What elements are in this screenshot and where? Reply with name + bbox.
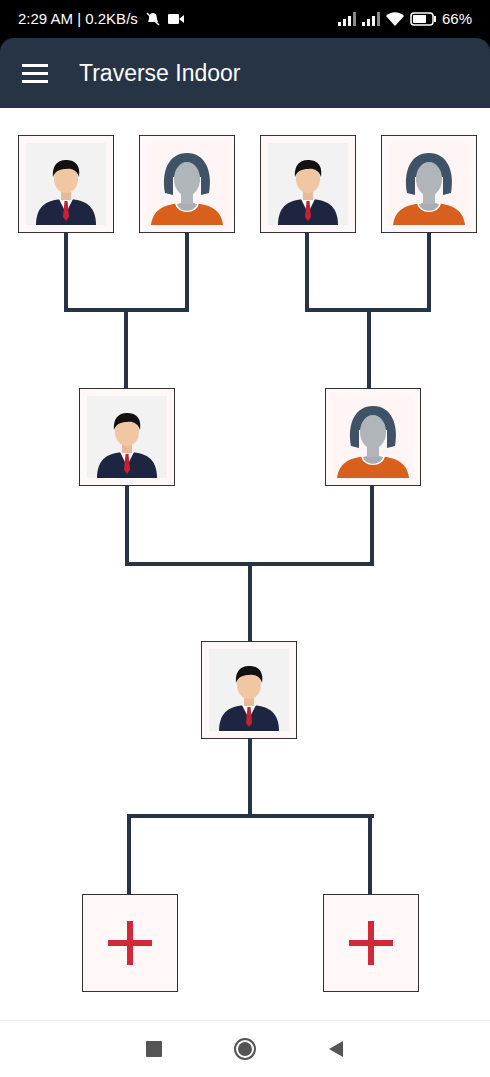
tree-connector — [367, 308, 371, 388]
tree-connector — [124, 308, 128, 388]
female-avatar-icon — [389, 143, 469, 225]
mute-icon — [146, 12, 160, 26]
male-avatar-icon — [209, 649, 289, 731]
wifi-icon — [386, 12, 404, 26]
female-avatar-icon — [333, 396, 413, 478]
male-avatar-icon — [87, 396, 167, 478]
app: 2:29 AM | 0.2KB/s 66% Traverse Indoor — [0, 0, 490, 1077]
family-member-node[interactable] — [79, 388, 175, 486]
recents-icon[interactable] — [146, 1041, 162, 1057]
navigation-bar — [0, 1020, 490, 1077]
family-tree — [0, 108, 490, 1020]
male-avatar-icon — [26, 143, 106, 225]
add-icon — [346, 918, 396, 968]
tree-connector — [127, 814, 374, 818]
tree-connector — [125, 486, 129, 566]
app-title: Traverse Indoor — [79, 56, 241, 91]
tree-connector — [427, 233, 431, 312]
status-time: 2:29 AM | 0.2KB/s — [18, 8, 138, 31]
add-member-button[interactable] — [323, 894, 419, 992]
signal-icon — [338, 12, 356, 26]
add-icon — [105, 918, 155, 968]
female-avatar-icon — [147, 143, 227, 225]
video-icon — [168, 13, 184, 25]
add-member-button[interactable] — [82, 894, 178, 992]
family-member-node[interactable] — [325, 388, 421, 486]
battery-level: 66% — [442, 8, 472, 31]
tree-connector — [64, 233, 68, 312]
family-member-node[interactable] — [260, 135, 356, 233]
tree-connector — [305, 233, 309, 312]
battery-icon — [410, 12, 436, 26]
family-member-node[interactable] — [381, 135, 477, 233]
back-icon[interactable] — [328, 1040, 344, 1058]
tree-connector — [248, 739, 252, 818]
menu-icon[interactable] — [22, 63, 48, 83]
family-member-node[interactable] — [201, 641, 297, 739]
tree-connector — [368, 814, 372, 894]
status-bar: 2:29 AM | 0.2KB/s 66% — [0, 0, 490, 38]
tree-connector — [248, 562, 252, 641]
tree-connector — [127, 814, 131, 894]
male-avatar-icon — [268, 143, 348, 225]
family-member-node[interactable] — [18, 135, 114, 233]
family-member-node[interactable] — [139, 135, 235, 233]
home-icon[interactable] — [233, 1037, 257, 1061]
tree-connector — [185, 233, 189, 312]
tree-connector — [370, 486, 374, 566]
signal-icon — [362, 12, 380, 26]
app-bar: Traverse Indoor — [0, 38, 490, 108]
